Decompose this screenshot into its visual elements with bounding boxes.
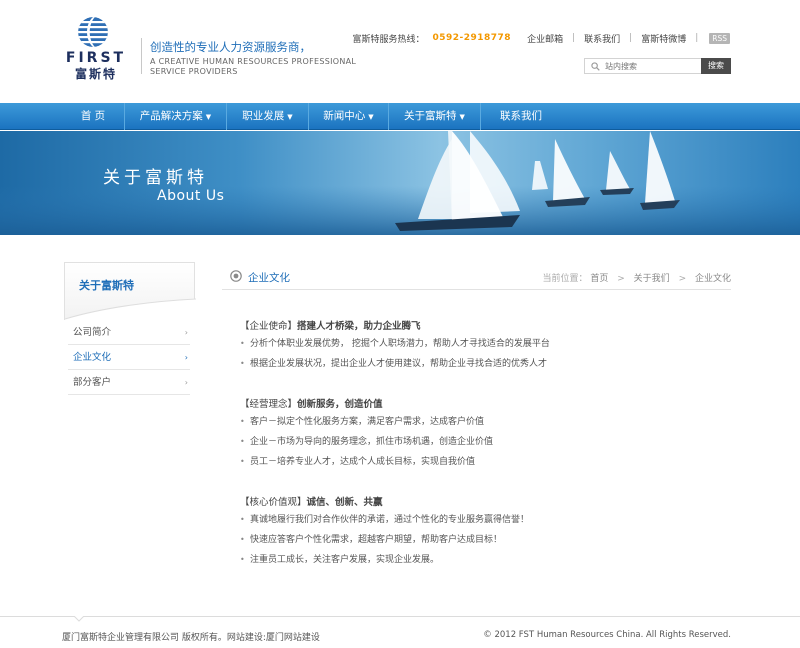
section-heading: 【核心价值观】诚信、创新、共赢	[240, 494, 740, 510]
top-bar: 富斯特服务热线： 0592-2918778 企业邮箱 | 联系我们 | 富斯特微…	[352, 31, 730, 45]
section-heading: 【经营理念】创新服务，创造价值	[240, 396, 740, 412]
sidebar-header: 关于富斯特	[64, 262, 196, 321]
caret-down-icon: ▼	[459, 113, 465, 121]
search-input[interactable]	[605, 60, 697, 72]
section-subtitle: 搭建人才桥梁，助力企业腾飞	[297, 321, 421, 332]
nav-item-home[interactable]: 首 页	[62, 103, 125, 130]
nav-item-label: 首 页	[80, 110, 106, 122]
sidebar-item-label: 部分客户	[73, 377, 112, 388]
sidebar-item-company-profile[interactable]: 公司简介 ›	[68, 320, 190, 345]
nav-item-label: 产品解决方案	[139, 110, 203, 122]
sidebar-list: 公司简介 › 企业文化 › 部分客户 ›	[68, 320, 190, 395]
hotline-number: 0592-2918778	[432, 33, 512, 43]
chevron-right-icon: ›	[184, 353, 188, 362]
nav-item-career[interactable]: 职业发展 ▼	[227, 103, 309, 130]
caret-down-icon: ▼	[287, 113, 293, 121]
chevron-right-icon: ›	[184, 328, 188, 337]
nav-item-solutions[interactable]: 产品解决方案 ▼	[125, 103, 227, 130]
topbar-separator: |	[572, 33, 576, 43]
breadcrumb-label: 当前位置：	[542, 274, 588, 284]
nav-item-label: 关于富斯特	[404, 110, 457, 122]
logo-text-en: FIRST	[65, 50, 127, 66]
logo-text-cn: 富斯特	[74, 67, 117, 81]
breadcrumb-separator: >	[678, 274, 687, 284]
hotline-label: 富斯特服务热线：	[352, 34, 425, 45]
main-nav: 首 页 产品解决方案 ▼ 职业发展 ▼ 新闻中心 ▼ 关于富斯特 ▼ 联系我们	[0, 103, 800, 130]
section-subtitle: 诚信、创新、共赢	[306, 497, 383, 508]
link-weibo[interactable]: 富斯特微博	[641, 32, 686, 45]
list-item: 真诚地履行我们对合作伙伴的承诺，通过个性化的专业服务赢得信誉！	[240, 510, 740, 530]
footer-divider	[0, 616, 800, 617]
section-tag: 【企业使命】	[240, 321, 298, 332]
breadcrumb-home[interactable]: 首页	[590, 274, 608, 284]
content-header: 企业文化 当前位置： 首页 > 关于我们 > 企业文化	[222, 266, 731, 290]
banner-title-cn: 关于富斯特	[103, 168, 208, 188]
tagline-divider	[141, 38, 142, 74]
content-title: 企业文化	[248, 272, 290, 284]
nav-item-label: 职业发展	[242, 110, 285, 122]
sidebar-item-clients[interactable]: 部分客户 ›	[68, 370, 190, 395]
section-subtitle: 创新服务，创造价值	[297, 399, 383, 410]
list-item: 根据企业发展状况，提出企业人才使用建议，帮助企业寻找合适的优秀人才	[240, 354, 740, 374]
sidebar-item-label: 企业文化	[73, 352, 112, 363]
section-philosophy: 【经营理念】创新服务，创造价值 客户－拟定个性化服务方案，满足客户需求，达成客户…	[240, 396, 740, 472]
search-button[interactable]: 搜索	[701, 58, 731, 74]
nav-items: 首 页 产品解决方案 ▼ 职业发展 ▼ 新闻中心 ▼ 关于富斯特 ▼ 联系我们	[62, 103, 561, 130]
list-item: 分析个体职业发展优势， 挖掘个人职场潜力，帮助人才寻找适合的发展平台	[240, 334, 740, 354]
sidebar: 关于富斯特 公司简介 › 企业文化 › 部分客户 ›	[64, 262, 196, 410]
tagline-en-line1: A CREATIVE HUMAN RESOURCES PROFESSIONAL	[150, 57, 357, 66]
topbar-separator: |	[695, 33, 699, 43]
section-tag: 【经营理念】	[240, 399, 298, 410]
list-item: 客户－拟定个性化服务方案，满足客户需求，达成客户价值	[240, 412, 740, 432]
link-contact-us[interactable]: 联系我们	[584, 32, 620, 45]
breadcrumb: 当前位置： 首页 > 关于我们 > 企业文化	[542, 271, 731, 284]
caret-down-icon: ▼	[205, 113, 212, 121]
topbar-separator: |	[629, 33, 633, 43]
section-heading: 【企业使命】搭建人才桥梁，助力企业腾飞	[240, 318, 740, 334]
search-icon	[591, 62, 600, 71]
nav-item-label: 联系我们	[500, 110, 542, 122]
section-tag: 【核心价值观】	[240, 497, 307, 508]
nav-item-label: 新闻中心	[323, 110, 366, 122]
rss-icon[interactable]: RSS	[709, 32, 730, 44]
tagline-en-line2: SERVICE PROVIDERS	[150, 67, 238, 76]
footer-company[interactable]: 厦门富斯特企业管理有限公司 版权所有。网站建设:厦门网站建设	[62, 630, 320, 643]
logo[interactable]: FIRST 富斯特	[62, 14, 130, 81]
page: FIRST 富斯特 创造性的专业人力资源服务商， A CREATIVE HUMA…	[0, 0, 800, 648]
chevron-right-icon: ›	[184, 378, 188, 387]
footer-copyright: © 2012 FST Human Resources China. All Ri…	[483, 630, 731, 640]
list-item: 快速应答客户个性化需求，超越客户期望，帮助客户达成目标！	[240, 530, 740, 550]
tagline-cn: 创造性的专业人力资源服务商，	[150, 40, 311, 54]
list-item: 注重员工成长，关注客户发展，实现企业发展。	[240, 550, 740, 570]
nav-item-news[interactable]: 新闻中心 ▼	[309, 103, 389, 130]
sidebar-item-label: 公司简介	[73, 327, 112, 338]
sidebar-title: 关于富斯特	[79, 279, 134, 292]
title-bullet-icon	[230, 270, 242, 282]
sidebar-swoosh	[65, 298, 196, 321]
list-item: 员工－培养专业人才，达成个人成长目标，实现自我价值	[240, 452, 740, 472]
list-item: 企业－市场为导向的服务理念，抓住市场机遇，创造企业价值	[240, 432, 740, 452]
section-mission: 【企业使命】搭建人才桥梁，助力企业腾飞 分析个体职业发展优势， 挖掘个人职场潜力…	[240, 318, 740, 374]
breadcrumb-separator: >	[617, 274, 625, 284]
search-box	[584, 58, 701, 74]
section-core-values: 【核心价值观】诚信、创新、共赢 真诚地履行我们对合作伙伴的承诺，通过个性化的专业…	[240, 494, 740, 570]
sidebar-item-corporate-culture[interactable]: 企业文化 ›	[68, 345, 190, 370]
site-search: 搜索	[584, 58, 731, 74]
nav-item-about[interactable]: 关于富斯特 ▼	[389, 103, 481, 130]
breadcrumb-about[interactable]: 关于我们	[634, 274, 670, 284]
nav-item-contact[interactable]: 联系我们	[481, 103, 561, 130]
breadcrumb-current: 企业文化	[694, 274, 731, 284]
banner-title-en: About Us	[157, 188, 225, 204]
caret-down-icon: ▼	[368, 113, 374, 121]
footer-notch-icon	[74, 616, 84, 622]
link-enterprise-mail[interactable]: 企业邮箱	[527, 32, 563, 45]
globe-logo-icon	[78, 17, 108, 47]
